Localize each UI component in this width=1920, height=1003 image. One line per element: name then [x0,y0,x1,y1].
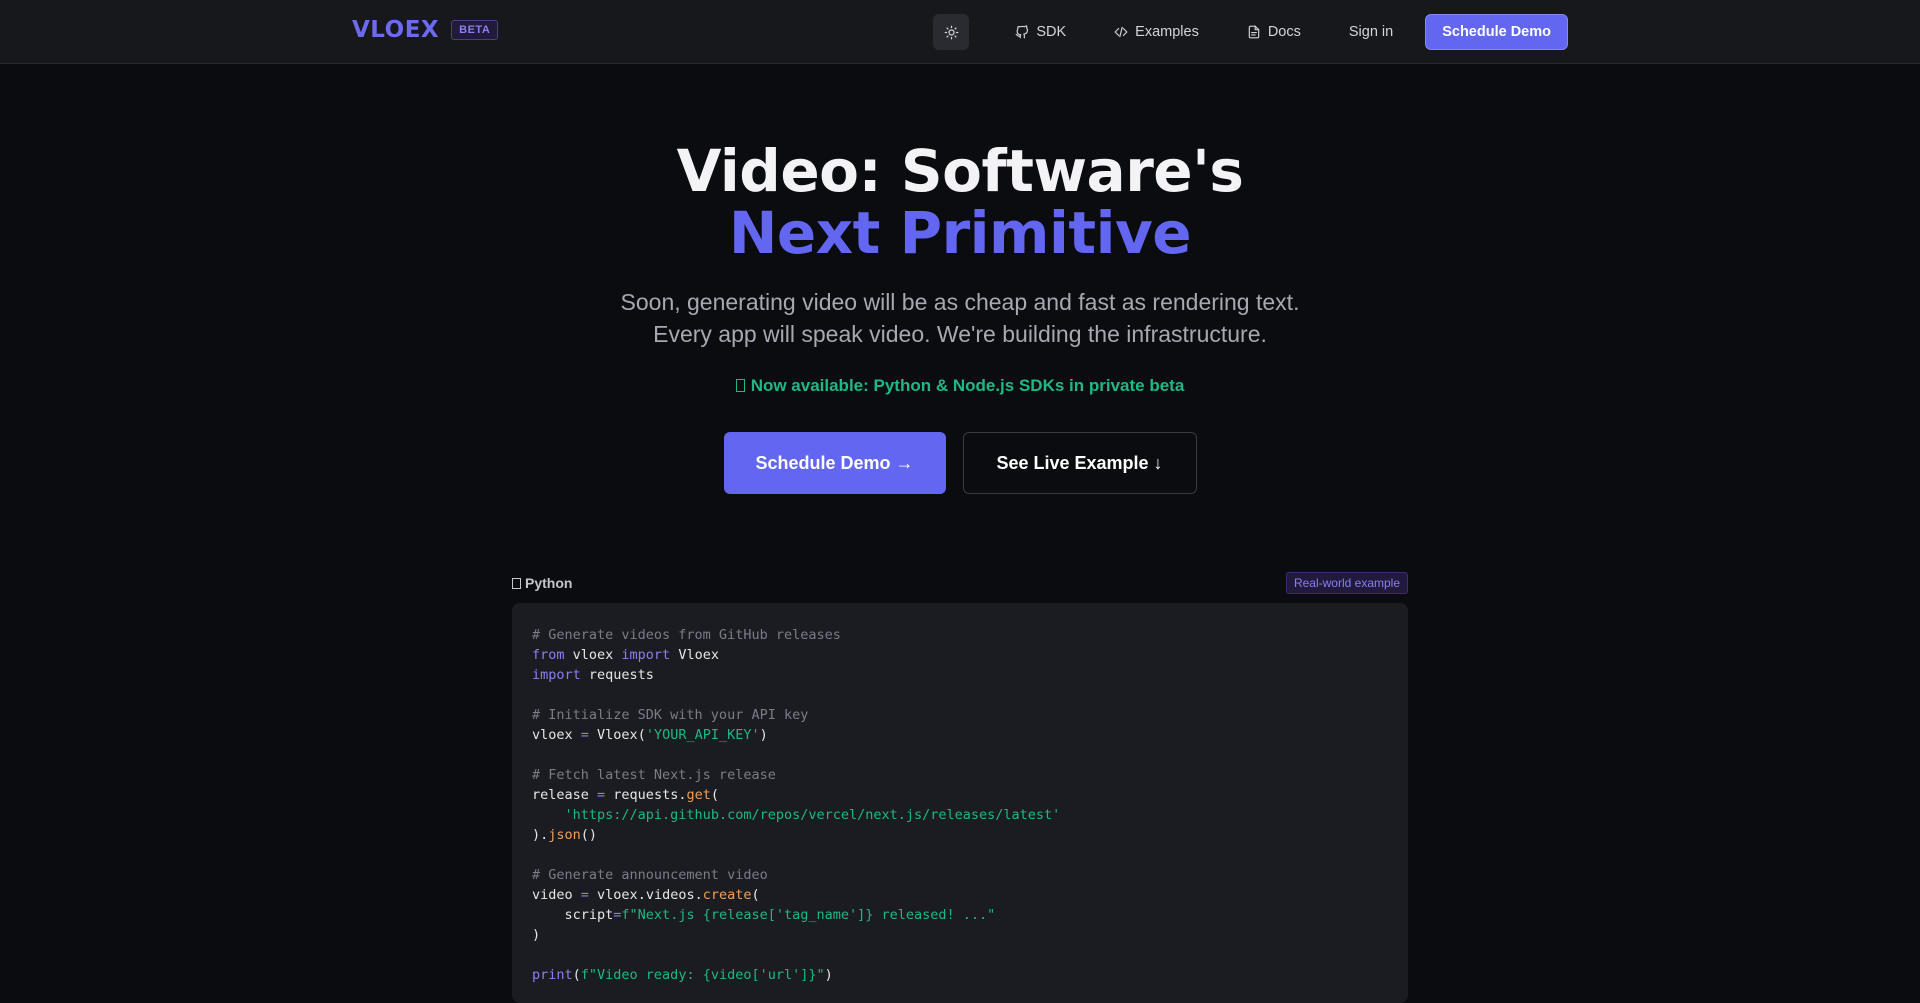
code-token: Vloex [670,647,719,663]
code-token: ) [759,727,768,743]
code-token: script [532,907,614,923]
code-line: ).json() [532,825,1388,845]
nav-examples-label: Examples [1135,24,1199,40]
code-line: # Initialize SDK with your API key [532,705,1388,725]
code-token: () [580,827,598,843]
code-token: vloex [564,647,622,663]
nav-sdk-label: SDK [1036,24,1067,40]
availability-icon [735,379,745,392]
code-token: 'https://api.github.com/repos/vercel/nex… [564,807,1061,823]
code-line: 'https://api.github.com/repos/vercel/nex… [532,805,1388,825]
code-line: release = requests.get( [532,785,1388,805]
code-token: ) [824,967,833,983]
schedule-demo-button[interactable]: Schedule Demo → [723,432,946,494]
sun-icon [944,25,959,39]
code-header: Python Real-world example [512,572,1408,594]
beta-badge: BETA [451,20,499,40]
document-icon [1248,25,1260,39]
code-token: create [702,887,752,903]
nav-docs-label: Docs [1267,24,1301,40]
nav-menu: SDK Examples Docs Sign in Schedule Demo [933,14,1568,50]
code-token: ( [572,967,581,983]
code-language-label: Python [525,575,573,591]
availability-text: Now available: Python & Node.js SDKs in … [750,376,1185,395]
top-nav-bar: VLOEX BETA SDK Examples Docs Sign in Sch… [0,0,1920,64]
brand[interactable]: VLOEX BETA [352,17,499,43]
code-token: # Generate announcement video [532,867,768,883]
code-line: from vloex import Vloex [532,645,1388,665]
nav-docs-link[interactable]: Docs [1223,24,1325,40]
code-token: ( [710,787,719,803]
code-line: vloex = Vloex('YOUR_API_KEY') [532,725,1388,745]
hero-section: Video: Software's Next Primitive Soon, g… [0,140,1920,494]
code-token: ). [532,827,549,843]
see-live-example-button[interactable]: See Live Example ↓ [962,432,1197,494]
code-token: = [580,887,589,903]
nav-examples-link[interactable]: Examples [1090,24,1223,40]
code-token: = [580,727,589,743]
code-line: print(f"Video ready: {video['url']}") [532,965,1388,985]
code-token: ( [751,887,760,903]
hero-subtitle-line1: Soon, generating video will be as cheap … [620,289,1300,315]
code-line: # Fetch latest Next.js release [532,765,1388,785]
hero-subtitle-line2: Every app will speak video. We're buildi… [653,321,1267,347]
code-line: video = vloex.videos.create( [532,885,1388,905]
code-token: release [532,787,598,803]
hero-title-line2: Next Primitive [728,199,1192,267]
code-line: # Generate announcement video [532,865,1388,885]
code-block[interactable]: # Generate videos from GitHub releases fr… [512,603,1408,1003]
code-token: requests [580,667,654,683]
code-token: import [621,647,671,663]
code-line: ) [532,925,1388,945]
logo[interactable]: VLOEX [352,17,439,43]
code-token: Vloex( [588,727,646,743]
real-world-example-badge: Real-world example [1285,572,1408,594]
code-token: ) [532,927,541,943]
hero-subtitle: Soon, generating video will be as cheap … [0,286,1920,350]
code-token: 'YOUR_API_KEY' [645,727,760,743]
code-token: print [532,967,573,983]
github-icon [1015,25,1029,39]
code-token: json [548,827,581,843]
code-token: f"Next.js {release['tag_name']} released… [621,907,996,923]
availability-notice: Now available: Python & Node.js SDKs in … [0,376,1920,396]
code-token: # Generate videos from GitHub releases [532,627,841,643]
code-token: requests. [605,787,687,803]
code-token: vloex [532,727,581,743]
code-line: import requests [532,665,1388,685]
code-language: Python [512,575,572,591]
theme-toggle-button[interactable] [933,14,970,50]
code-token: from [532,647,565,663]
code-icon [1114,26,1128,38]
code-token: vloex.videos. [588,887,703,903]
code-token: # Initialize SDK with your API key [532,707,809,723]
nav-sdk-link[interactable]: SDK [991,24,1090,40]
code-line: # Generate videos from GitHub releases [532,625,1388,645]
code-token: video [532,887,581,903]
python-icon [512,577,521,589]
code-token: get [686,787,711,803]
sign-in-label: Sign in [1348,24,1394,40]
code-token: import [532,667,581,683]
code-line: script=f"Next.js {release['tag_name']} r… [532,905,1388,925]
hero-cta-group: Schedule Demo → See Live Example ↓ [0,432,1920,494]
code-token: = [597,787,606,803]
schedule-demo-nav-button[interactable]: Schedule Demo [1425,14,1568,50]
sign-in-link[interactable]: Sign in [1325,24,1417,40]
code-token: # Fetch latest Next.js release [532,767,776,783]
code-token: f"Video ready: {video['url']}" [580,967,825,983]
hero-title-line1: Video: Software's [676,137,1244,205]
